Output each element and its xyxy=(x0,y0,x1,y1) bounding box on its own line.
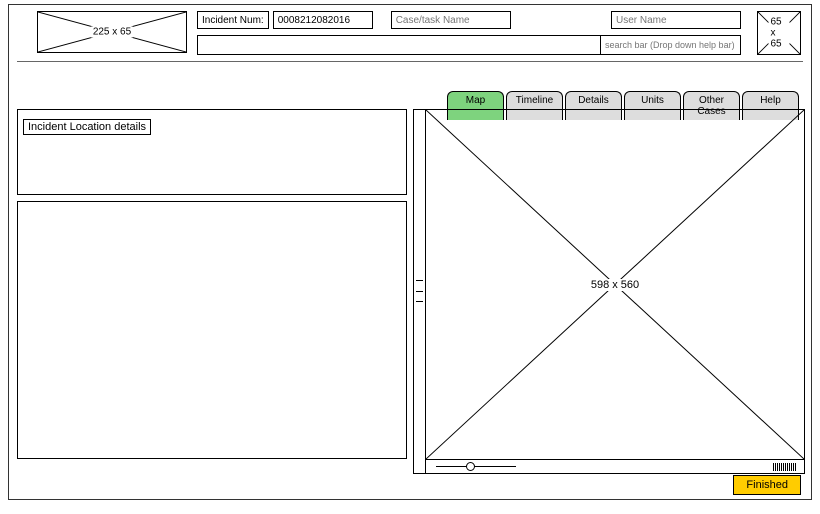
incident-num-label: Incident Num: xyxy=(197,11,269,29)
case-task-input[interactable] xyxy=(391,11,511,29)
map-zoom-slider-knob[interactable] xyxy=(466,462,475,471)
app-frame: 225 x 65 Incident Num: 65 x 65 Map Timel… xyxy=(8,4,812,500)
left-lower-panel xyxy=(17,201,407,459)
search-row xyxy=(197,35,741,55)
search-input[interactable] xyxy=(600,36,740,54)
map-size-label: 598 x 560 xyxy=(589,279,641,291)
logo-size-label: 225 x 65 xyxy=(91,27,133,38)
incident-location-label: Incident Location details xyxy=(23,119,151,135)
map-zoom-slider-track[interactable] xyxy=(436,466,516,467)
map-image-placeholder[interactable]: 598 x 560 xyxy=(426,110,804,459)
map-panel: 598 x 560 xyxy=(413,109,805,474)
map-resize-grip[interactable] xyxy=(773,463,796,471)
finished-button[interactable]: Finished xyxy=(733,475,801,495)
user-name-input[interactable] xyxy=(611,11,741,29)
header-row: Incident Num: xyxy=(197,11,741,29)
incident-num-input[interactable] xyxy=(273,11,373,29)
header-divider xyxy=(17,61,803,62)
logo-placeholder: 225 x 65 xyxy=(37,11,187,53)
map-vertical-scroll-thumb[interactable] xyxy=(416,280,423,302)
avatar-size-label: 65 x 65 xyxy=(769,17,790,50)
avatar-placeholder: 65 x 65 xyxy=(757,11,801,55)
map-bottom-bar xyxy=(426,459,804,473)
map-vertical-scrollbar[interactable] xyxy=(414,110,426,473)
